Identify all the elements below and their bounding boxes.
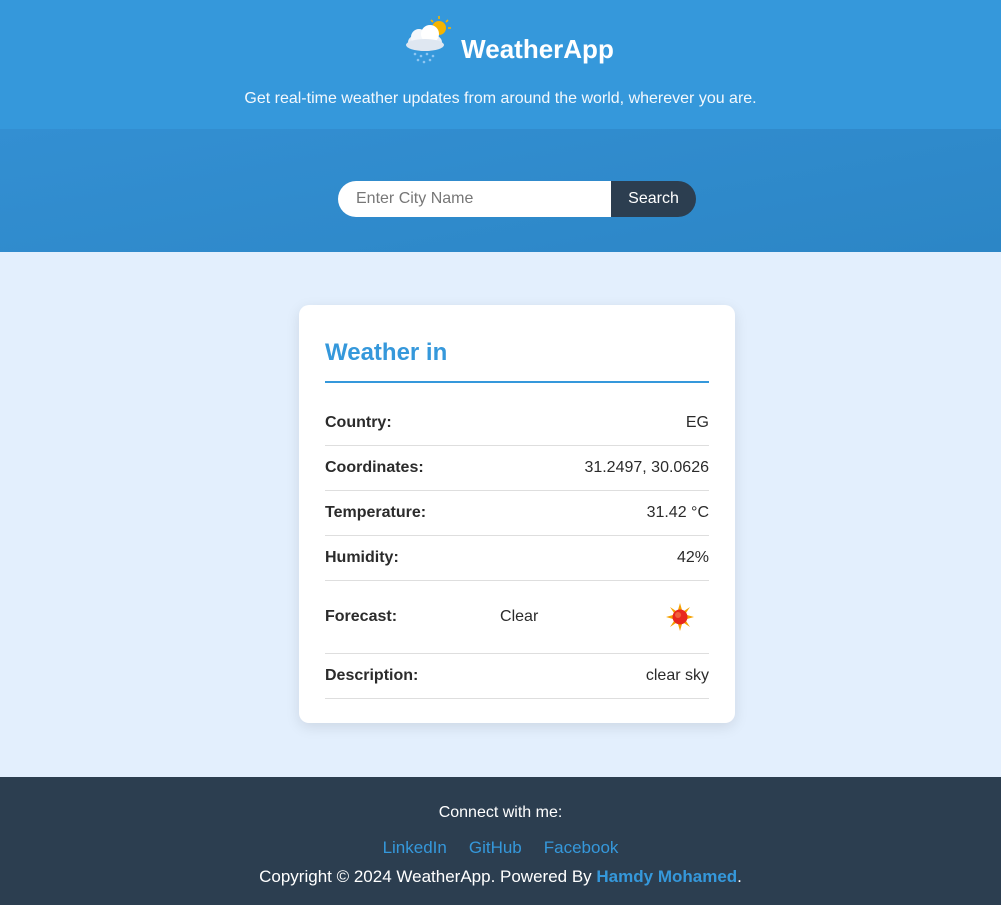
search-button[interactable]: Search	[611, 181, 696, 217]
footer: Connect with me: LinkedIn GitHub Faceboo…	[0, 777, 1001, 905]
facebook-link[interactable]: Facebook	[544, 838, 619, 858]
temperature-label: Temperature:	[325, 504, 427, 521]
github-link[interactable]: GitHub	[469, 838, 522, 858]
social-links: LinkedIn GitHub Facebook	[0, 838, 1001, 858]
coordinates-row: Coordinates: 31.2497, 30.0626	[325, 446, 709, 491]
app-header: WeatherApp Get real-time weather updates…	[0, 0, 1001, 129]
brand: WeatherApp	[0, 14, 1001, 66]
country-row: Country: EG	[325, 401, 709, 446]
search-form: Search	[338, 181, 696, 217]
sun-icon	[666, 603, 694, 631]
weather-details: Country: EG Coordinates: 31.2497, 30.062…	[325, 401, 709, 699]
description-label: Description:	[325, 667, 419, 684]
description-row: Description: clear sky	[325, 654, 709, 699]
temperature-row: Temperature: 31.42 °C	[325, 491, 709, 536]
humidity-value: 42%	[676, 549, 709, 566]
weather-card-title: Weather in	[325, 339, 709, 383]
linkedin-link[interactable]: LinkedIn	[383, 838, 447, 858]
forecast-row: Forecast: Clear	[325, 581, 709, 654]
forecast-value: Clear	[500, 608, 539, 625]
cloud-rain-sun-icon	[406, 16, 452, 64]
country-label: Country:	[325, 414, 392, 431]
copyright-text: Copyright © 2024 WeatherApp. Powered By	[259, 867, 597, 886]
copyright-period: .	[737, 867, 742, 886]
humidity-row: Humidity: 42%	[325, 536, 709, 581]
description-value: clear sky	[645, 667, 709, 684]
city-search-input[interactable]	[338, 181, 611, 217]
forecast-label: Forecast:	[325, 608, 398, 625]
temperature-value: 31.42 °C	[646, 504, 709, 521]
humidity-label: Humidity:	[325, 549, 399, 566]
weather-card: Weather in Country: EG Coordinates: 31.2…	[299, 305, 735, 723]
copyright: Copyright © 2024 WeatherApp. Powered By …	[0, 867, 1001, 887]
app-title: WeatherApp	[461, 33, 614, 64]
app-tagline: Get real-time weather updates from aroun…	[244, 90, 757, 107]
coordinates-label: Coordinates:	[325, 459, 424, 476]
coordinates-value: 31.2497, 30.0626	[584, 459, 709, 476]
country-value: EG	[685, 414, 709, 431]
connect-text: Connect with me:	[438, 804, 563, 821]
search-section: Search	[0, 129, 1001, 252]
author-link[interactable]: Hamdy Mohamed	[596, 867, 737, 886]
